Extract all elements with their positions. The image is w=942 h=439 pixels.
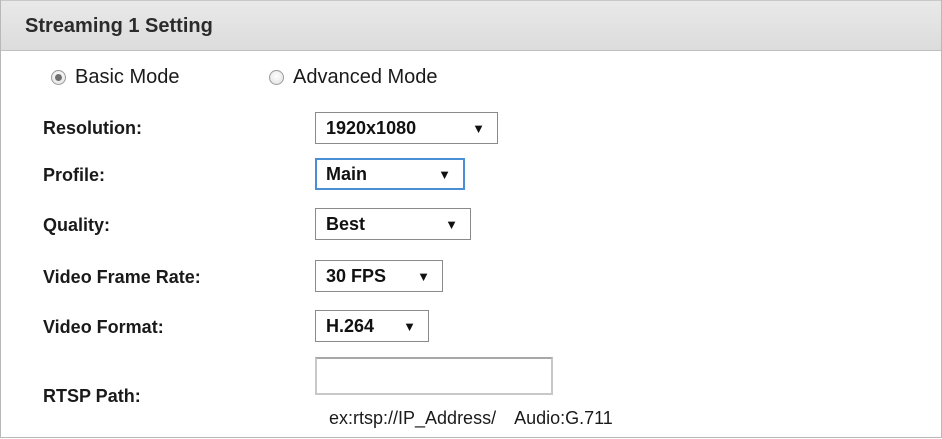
streaming-settings-panel: Streaming 1 Setting Basic Mode Advanced … [0,0,942,438]
rtsp-example-text: ex:rtsp://IP_Address/ [329,408,497,428]
chevron-down-icon: ▼ [438,166,451,182]
panel-title: Streaming 1 Setting [25,15,213,37]
frame-rate-label: Video Frame Rate: [43,267,201,287]
video-format-value: H.264 [326,315,375,336]
panel-header: Streaming 1 Setting [1,0,941,51]
audio-codec-text: Audio:G.711 [514,408,613,428]
basic-mode-option[interactable]: Basic Mode [51,64,180,90]
chevron-down-icon: ▼ [472,120,485,136]
basic-mode-label: Basic Mode [75,65,180,88]
profile-select[interactable]: Main ▼ [315,158,465,190]
quality-label: Quality: [43,215,111,235]
profile-label: Profile: [43,165,106,185]
basic-mode-radio[interactable] [51,69,66,85]
chevron-down-icon: ▼ [403,318,416,334]
video-format-label: Video Format: [43,317,164,337]
rtsp-path-hint: ex:rtsp://IP_Address/Audio:G.711 [329,408,613,429]
frame-rate-select[interactable]: 30 FPS ▼ [315,260,443,292]
quality-select[interactable]: Best ▼ [315,208,471,240]
chevron-down-icon: ▼ [445,216,458,232]
rtsp-path-label: RTSP Path: [43,386,141,406]
advanced-mode-radio[interactable] [269,69,284,85]
quality-value: Best [326,213,366,234]
resolution-select[interactable]: 1920x1080 ▼ [315,112,498,144]
rtsp-path-input[interactable] [315,357,553,395]
frame-rate-value: 30 FPS [326,265,387,286]
resolution-label: Resolution: [43,118,142,138]
advanced-mode-option[interactable]: Advanced Mode [269,64,438,90]
resolution-value: 1920x1080 [326,117,417,138]
advanced-mode-label: Advanced Mode [293,65,438,88]
video-format-select[interactable]: H.264 ▼ [315,310,429,342]
profile-value: Main [326,163,368,184]
chevron-down-icon: ▼ [417,268,430,284]
